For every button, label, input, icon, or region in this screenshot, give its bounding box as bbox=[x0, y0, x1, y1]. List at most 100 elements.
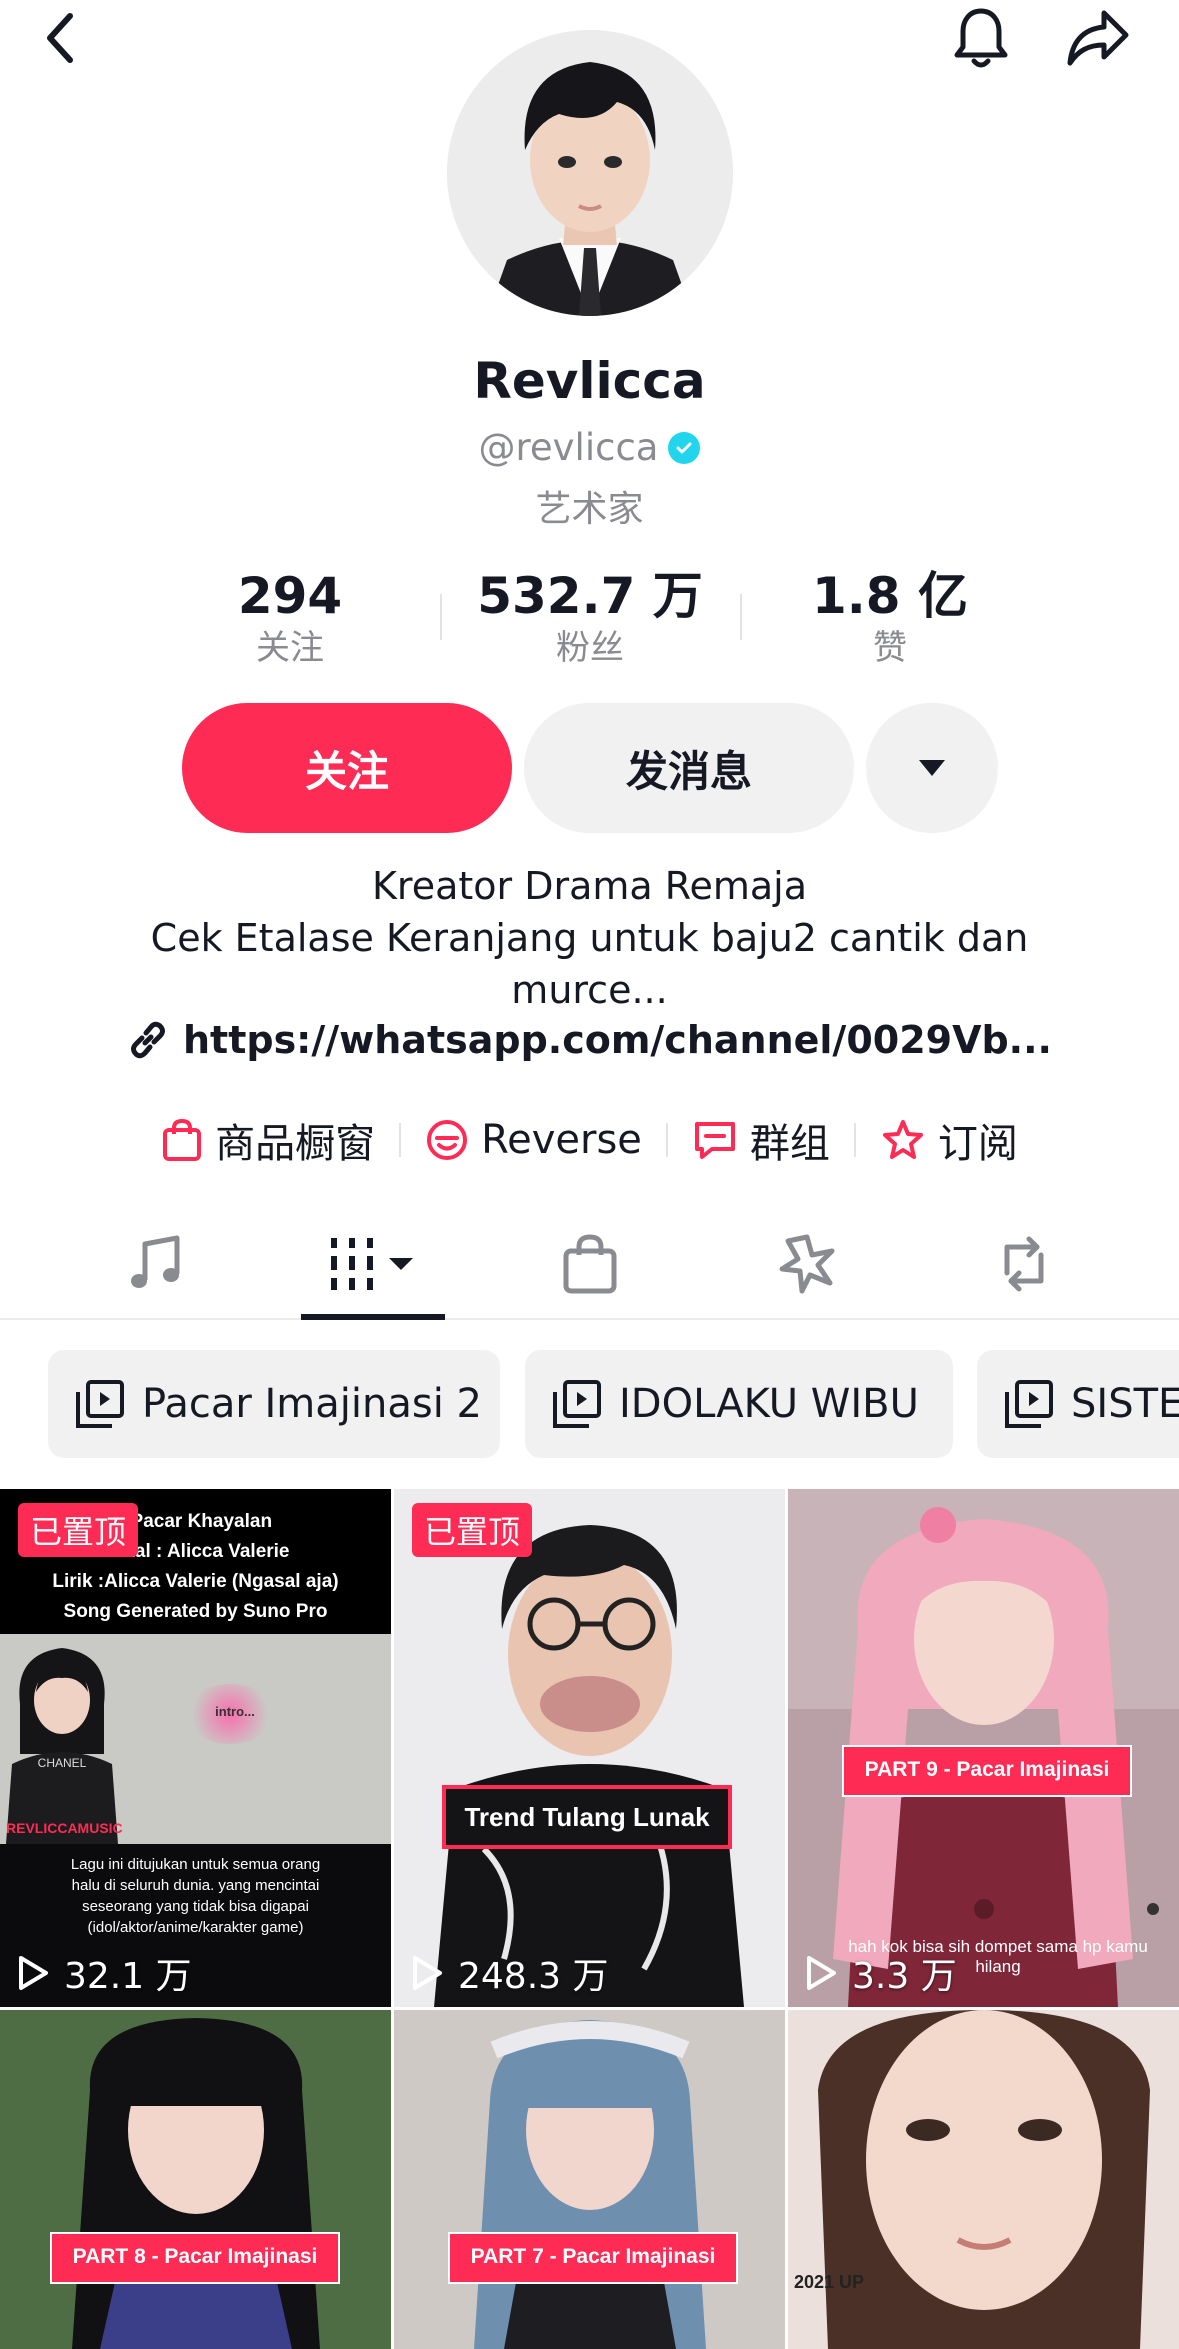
playlist-label: SISTE bbox=[1071, 1381, 1179, 1427]
view-count: 248.3 万 bbox=[410, 1947, 609, 1999]
video-thumbnail[interactable]: Trend Tulang Lunak 已置顶 248.3 万 bbox=[394, 1489, 785, 2007]
feature-subscribe[interactable]: 订阅 bbox=[856, 1111, 1042, 1169]
profile-handle: @revlicca bbox=[478, 426, 659, 469]
tab-reposts[interactable] bbox=[954, 1210, 1094, 1318]
playlist-icon bbox=[553, 1380, 601, 1428]
repost-icon bbox=[1004, 1236, 1044, 1292]
overlay-line: Lirik :Alicca Valerie (Ngasal aja) bbox=[52, 1571, 339, 1592]
intro-text: intro... bbox=[215, 1704, 255, 1719]
reverse-icon bbox=[427, 1120, 468, 1160]
profile-category: 艺术家 bbox=[535, 489, 644, 530]
star-subscribe-icon bbox=[882, 1120, 923, 1159]
profile-link[interactable]: https://whatsapp.com/channel/0029Vb... bbox=[0, 1018, 1179, 1062]
bio-line: Cek Etalase Keranjang untuk baju2 cantik… bbox=[150, 916, 1029, 960]
link-text: https://whatsapp.com/channel/0029Vb... bbox=[182, 1018, 1052, 1062]
pinned-badge: 已置顶 bbox=[412, 1503, 533, 1557]
video-frame bbox=[788, 2010, 1179, 2349]
play-icon bbox=[807, 1956, 836, 1990]
video-frame bbox=[0, 2010, 391, 2349]
view-count-text: 3.3 万 bbox=[852, 1956, 957, 1997]
more-options-button[interactable] bbox=[866, 703, 998, 833]
stat-label: 关注 bbox=[256, 628, 324, 668]
video-thumbnail[interactable]: PART 8 - Pacar Imajinasi bbox=[0, 2010, 391, 2349]
view-count-text: 32.1 万 bbox=[64, 1956, 192, 1997]
content-tabs bbox=[0, 1210, 1179, 1320]
link-icon bbox=[131, 1021, 165, 1059]
bell-icon bbox=[954, 8, 1008, 68]
tab-music[interactable] bbox=[85, 1210, 225, 1318]
playlist-label: IDOLAKU WIBU bbox=[619, 1381, 919, 1427]
caption-line: halu di seluruh dunia. yang mencintai bbox=[71, 1877, 320, 1894]
tab-videos[interactable] bbox=[303, 1210, 443, 1318]
video-thumbnail[interactable]: PART 7 - Pacar Imajinasi bbox=[394, 2010, 785, 2349]
video-title-banner: PART 8 - Pacar Imajinasi bbox=[50, 2232, 340, 2284]
shop-icon bbox=[563, 1234, 617, 1294]
chat-bubble-icon bbox=[694, 1122, 735, 1159]
playlist-icon bbox=[76, 1380, 124, 1428]
view-count: 32.1 万 bbox=[16, 1947, 192, 1999]
playlist-label: Pacar Imajinasi 2 bbox=[142, 1381, 482, 1427]
follow-button[interactable]: 关注 bbox=[182, 703, 512, 833]
pinned-badge: 已置顶 bbox=[18, 1503, 139, 1557]
sparkle-icon bbox=[779, 1234, 835, 1294]
stat-value: 532.7 万 bbox=[477, 567, 703, 625]
shirt-logo: CHANEL bbox=[37, 1756, 87, 1770]
handle-row: @revlicca bbox=[0, 426, 1179, 469]
video-tag: REVLICCAMUSIC bbox=[6, 1820, 123, 1836]
feature-links: 商品橱窗 Reverse 群组 订阅 bbox=[0, 1110, 1179, 1170]
video-title-banner: PART 9 - Pacar Imajinasi bbox=[842, 1745, 1132, 1797]
feature-label: Reverse bbox=[481, 1117, 642, 1163]
video-title-banner: PART 7 - Pacar Imajinasi bbox=[448, 2232, 738, 2284]
stat-likes[interactable]: 1.8 亿 赞 bbox=[740, 566, 1040, 670]
avatar-portrait bbox=[447, 30, 733, 316]
video-thumbnail[interactable]: : Pacar Khayalan Vokal : Alicca Valerie … bbox=[0, 1489, 391, 2007]
back-button[interactable] bbox=[30, 8, 90, 68]
video-grid: : Pacar Khayalan Vokal : Alicca Valerie … bbox=[0, 1489, 1179, 2349]
playlist-chip[interactable]: IDOLAKU WIBU bbox=[525, 1350, 953, 1458]
view-count: 3.3 万 bbox=[804, 1947, 957, 1999]
feature-label: 订阅 bbox=[937, 1121, 1018, 1167]
stat-label: 粉丝 bbox=[556, 628, 624, 668]
profile-bio: Kreator Drama Remaja Cek Etalase Keranja… bbox=[100, 860, 1079, 1016]
caption-line: seseorang yang tidak bisa digapai bbox=[82, 1898, 309, 1915]
share-arrow-icon bbox=[1067, 10, 1129, 66]
message-button[interactable]: 发消息 bbox=[524, 703, 854, 833]
caption-line: (idol/aktor/anime/karakter game) bbox=[87, 1919, 304, 1936]
share-button[interactable] bbox=[1062, 2, 1134, 74]
verified-badge-icon bbox=[668, 431, 701, 464]
tab-favorites[interactable] bbox=[737, 1210, 877, 1318]
tab-shop[interactable] bbox=[520, 1210, 660, 1318]
video-caption: 2021 UP bbox=[794, 2272, 865, 2292]
stat-label: 赞 bbox=[873, 628, 907, 668]
music-icon bbox=[131, 1235, 180, 1288]
videos-grid-icon bbox=[331, 1238, 413, 1290]
video-thumbnail[interactable]: PART 9 - Pacar Imajinasi hah kok bisa si… bbox=[788, 1489, 1179, 2007]
feature-groups[interactable]: 群组 bbox=[668, 1111, 854, 1169]
feature-reverse[interactable]: Reverse bbox=[401, 1117, 666, 1163]
video-title-banner: Trend Tulang Lunak bbox=[442, 1785, 732, 1849]
video-thumbnail[interactable]: 2021 UP bbox=[788, 2010, 1179, 2349]
feature-label: 商品橱窗 bbox=[215, 1121, 376, 1167]
overlay-line: Song Generated by Suno Pro bbox=[63, 1601, 328, 1622]
video-frame bbox=[394, 1489, 785, 2007]
caret-down-icon bbox=[919, 760, 945, 776]
video-frame bbox=[394, 2010, 785, 2349]
caption-line: Lagu ini ditujukan untuk semua orang bbox=[70, 1856, 321, 1873]
chevron-left-icon bbox=[47, 13, 73, 63]
profile-stats: 294 关注 532.7 万 粉丝 1.8 亿 赞 bbox=[0, 566, 1179, 676]
stat-value: 1.8 亿 bbox=[812, 567, 968, 625]
feature-shop-window[interactable]: 商品橱窗 bbox=[137, 1111, 399, 1169]
notification-button[interactable] bbox=[945, 2, 1017, 74]
stat-followers[interactable]: 532.7 万 粉丝 bbox=[440, 566, 740, 670]
stat-following[interactable]: 294 关注 bbox=[140, 566, 440, 670]
video-caption: Lagu ini ditujukan untuk semua orang hal… bbox=[0, 1854, 391, 1938]
playlist-chip[interactable]: SISTE bbox=[977, 1350, 1179, 1458]
feature-label: 群组 bbox=[749, 1121, 830, 1167]
video-frame: CHANEL REVLICCAMUSIC intro... bbox=[0, 1634, 391, 1844]
active-tab-indicator bbox=[301, 1314, 445, 1320]
shopping-bag-icon bbox=[163, 1118, 202, 1161]
bio-line[interactable]: murce... bbox=[100, 964, 1079, 1016]
playlist-chip[interactable]: Pacar Imajinasi 2 bbox=[48, 1350, 500, 1458]
bio-line: Kreator Drama Remaja bbox=[372, 864, 807, 908]
avatar[interactable] bbox=[447, 30, 733, 316]
